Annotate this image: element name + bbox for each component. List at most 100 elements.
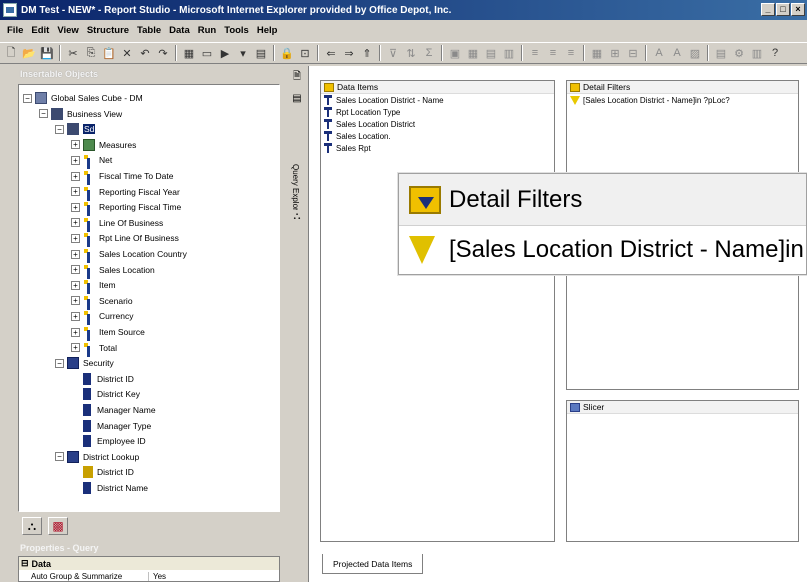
tree-node[interactable]: − Business View [39, 107, 122, 121]
font-icon[interactable]: A [651, 45, 667, 61]
tree-node[interactable]: Employee ID [83, 434, 146, 448]
expand-icon[interactable]: + [71, 327, 80, 337]
save-icon[interactable]: 💾 [39, 45, 55, 61]
align-center-icon[interactable]: ≡ [545, 45, 561, 61]
tree-node[interactable]: + Fiscal Time To Date [71, 169, 173, 185]
tree-node[interactable]: District ID [83, 465, 134, 479]
style-icon[interactable]: ▤ [713, 45, 729, 61]
expand-icon[interactable]: + [71, 233, 80, 243]
redo-icon[interactable]: ↷ [155, 45, 171, 61]
data-item[interactable]: Sales Location. [321, 130, 554, 142]
tree-node[interactable]: + Line Of Business [71, 216, 163, 232]
table-icon[interactable]: ▣ [447, 45, 463, 61]
data-item[interactable]: Sales Location District - Name [321, 94, 554, 106]
expand-icon[interactable]: + [71, 311, 80, 321]
align-right-icon[interactable]: ≡ [563, 45, 579, 61]
insert-icon[interactable]: ⊡ [297, 45, 313, 61]
menu-structure[interactable]: Structure [83, 23, 133, 38]
property-value[interactable]: Yes [149, 572, 166, 581]
expand-icon[interactable]: + [71, 343, 80, 353]
expand-icon[interactable]: + [71, 202, 80, 212]
tree-node[interactable]: + Net [71, 153, 112, 170]
section-icon[interactable]: ▤ [483, 45, 499, 61]
align-left-icon[interactable]: ≡ [527, 45, 543, 61]
expand-icon[interactable]: + [71, 265, 80, 275]
delete-icon[interactable]: ✕ [119, 45, 135, 61]
expand-icon[interactable]: + [71, 155, 80, 165]
menu-table[interactable]: Table [133, 23, 165, 38]
filter-icon[interactable]: ⊽ [385, 45, 401, 61]
format-icon[interactable]: ▥ [749, 45, 765, 61]
tree-node[interactable]: + Reporting Fiscal Time [71, 200, 181, 217]
tree-node[interactable]: Manager Type [83, 419, 151, 433]
expand-icon[interactable]: + [71, 249, 80, 259]
copy-icon[interactable]: ⎘ [83, 45, 99, 61]
report-icon[interactable]: ▤ [253, 45, 269, 61]
menu-edit[interactable]: Edit [27, 23, 53, 38]
menu-data[interactable]: Data [165, 23, 194, 38]
menu-tools[interactable]: Tools [220, 23, 253, 38]
expand-icon[interactable]: + [71, 187, 80, 197]
open-icon[interactable]: 📂 [21, 45, 37, 61]
collapse-icon[interactable]: − [55, 452, 64, 462]
spacing-icon[interactable]: ⊟ [625, 45, 641, 61]
tree-node[interactable]: + Sales Location [71, 263, 155, 279]
cut-icon[interactable]: ✂ [65, 45, 81, 61]
sort-icon[interactable]: ⇅ [403, 45, 419, 61]
run-icon[interactable]: ▶ [217, 45, 233, 61]
expand-icon[interactable]: + [71, 280, 80, 290]
dropdown-arrow-icon[interactable]: ▾ [235, 45, 251, 61]
tree-node[interactable]: + Item [71, 278, 116, 295]
tree-node[interactable]: District ID [83, 372, 134, 386]
page-explorer-icon[interactable]: 🗎 [290, 70, 304, 84]
menu-file[interactable]: File [3, 23, 27, 38]
collapse-icon[interactable]: − [39, 109, 48, 119]
lock-icon[interactable]: 🔒 [279, 45, 295, 61]
font-color-icon[interactable]: A [669, 45, 685, 61]
view-icon[interactable]: ▭ [199, 45, 215, 61]
menu-help[interactable]: Help [253, 23, 282, 38]
summarize-icon[interactable]: Σ [421, 45, 437, 61]
collapse-icon[interactable]: − [23, 93, 32, 103]
undo-icon[interactable]: ↶ [137, 45, 153, 61]
toolbox-tab-icon[interactable]: ▩ [48, 517, 68, 535]
border-icon[interactable]: ▦ [589, 45, 605, 61]
collapse-icon[interactable]: − [55, 358, 64, 368]
expand-icon[interactable]: + [71, 171, 80, 181]
background-color-icon[interactable]: ▨ [687, 45, 703, 61]
expand-icon[interactable]: + [71, 218, 80, 228]
new-icon[interactable]: 🗋 [3, 45, 19, 61]
projected-data-items-tab[interactable]: Projected Data Items [322, 554, 424, 574]
menu-run[interactable]: Run [194, 23, 220, 38]
properties-section[interactable]: ⊟ Data [19, 557, 279, 570]
tree-node[interactable]: + Reporting Fiscal Year [71, 185, 180, 201]
data-item[interactable]: Sales Rpt [321, 142, 554, 154]
arrow-up-icon[interactable]: ⇑ [359, 45, 375, 61]
tree-node[interactable]: + Scenario [71, 294, 133, 310]
tree-node[interactable]: District Key [83, 387, 140, 401]
close-button[interactable]: × [791, 3, 805, 16]
tree-node[interactable]: + Sales Location Country [71, 247, 187, 263]
arrow-right-icon[interactable]: ⇒ [341, 45, 357, 61]
tree-node[interactable]: − Sd [55, 122, 96, 136]
menu-view[interactable]: View [53, 23, 82, 38]
tree-node[interactable]: + Currency [71, 309, 133, 326]
collapse-icon[interactable]: − [55, 124, 64, 134]
minimize-button[interactable]: _ [761, 3, 775, 16]
source-tab-icon[interactable]: ⛬ [22, 517, 42, 535]
tree-node[interactable]: + Item Source [71, 325, 145, 341]
query-icon[interactable]: ⛬ [290, 210, 304, 224]
tree-node[interactable]: − Security [55, 356, 114, 370]
merge-icon[interactable]: ▥ [501, 45, 517, 61]
arrow-left-icon[interactable]: ⇐ [323, 45, 339, 61]
help-icon[interactable]: ? [767, 45, 783, 61]
property-row[interactable]: Auto Group & Summarize Yes [19, 570, 279, 582]
detail-filter-item[interactable]: [Sales Location District - Name]in ?pLoc… [567, 94, 798, 106]
tree-node[interactable]: Manager Name [83, 403, 156, 417]
slicer-panel[interactable]: Slicer [566, 400, 799, 542]
tree-node[interactable]: District Name [83, 481, 148, 495]
tree-node[interactable]: − Global Sales Cube - DM [23, 91, 143, 105]
paste-icon[interactable]: 📋 [101, 45, 117, 61]
data-items-panel[interactable]: Data Items Sales Location District - Nam… [320, 80, 555, 542]
conditional-style-icon[interactable]: ⚙ [731, 45, 747, 61]
